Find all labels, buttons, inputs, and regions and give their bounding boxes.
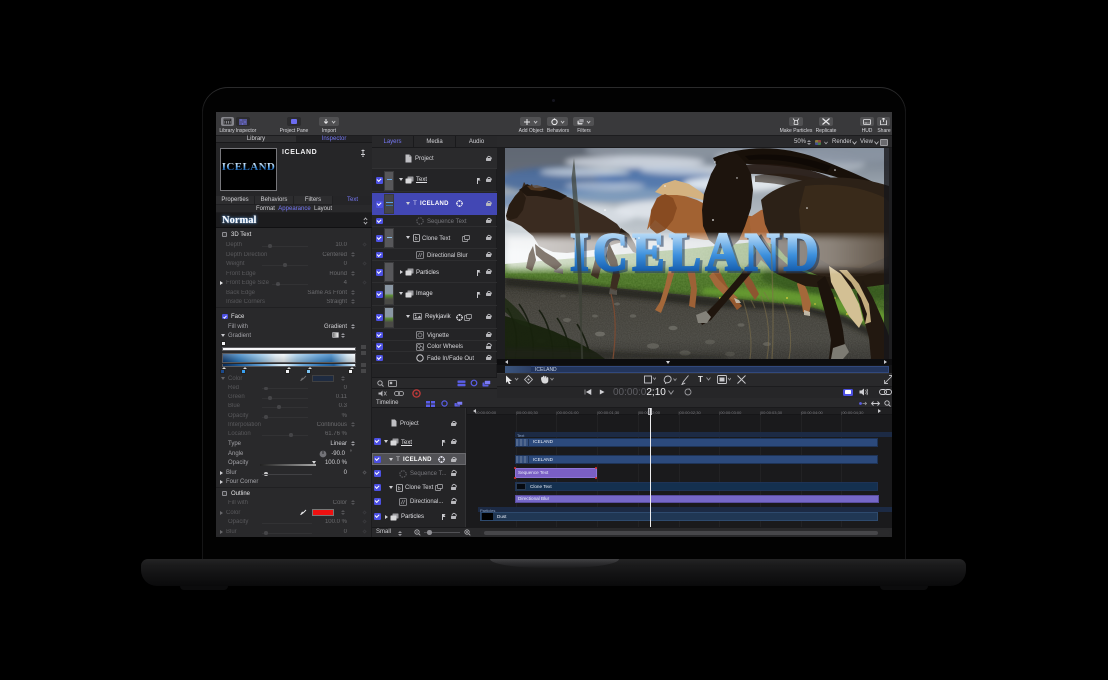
svg-text:b: b xyxy=(398,486,401,492)
svg-text:b: b xyxy=(415,236,418,242)
svg-text:ICELAND: ICELAND xyxy=(570,222,823,282)
